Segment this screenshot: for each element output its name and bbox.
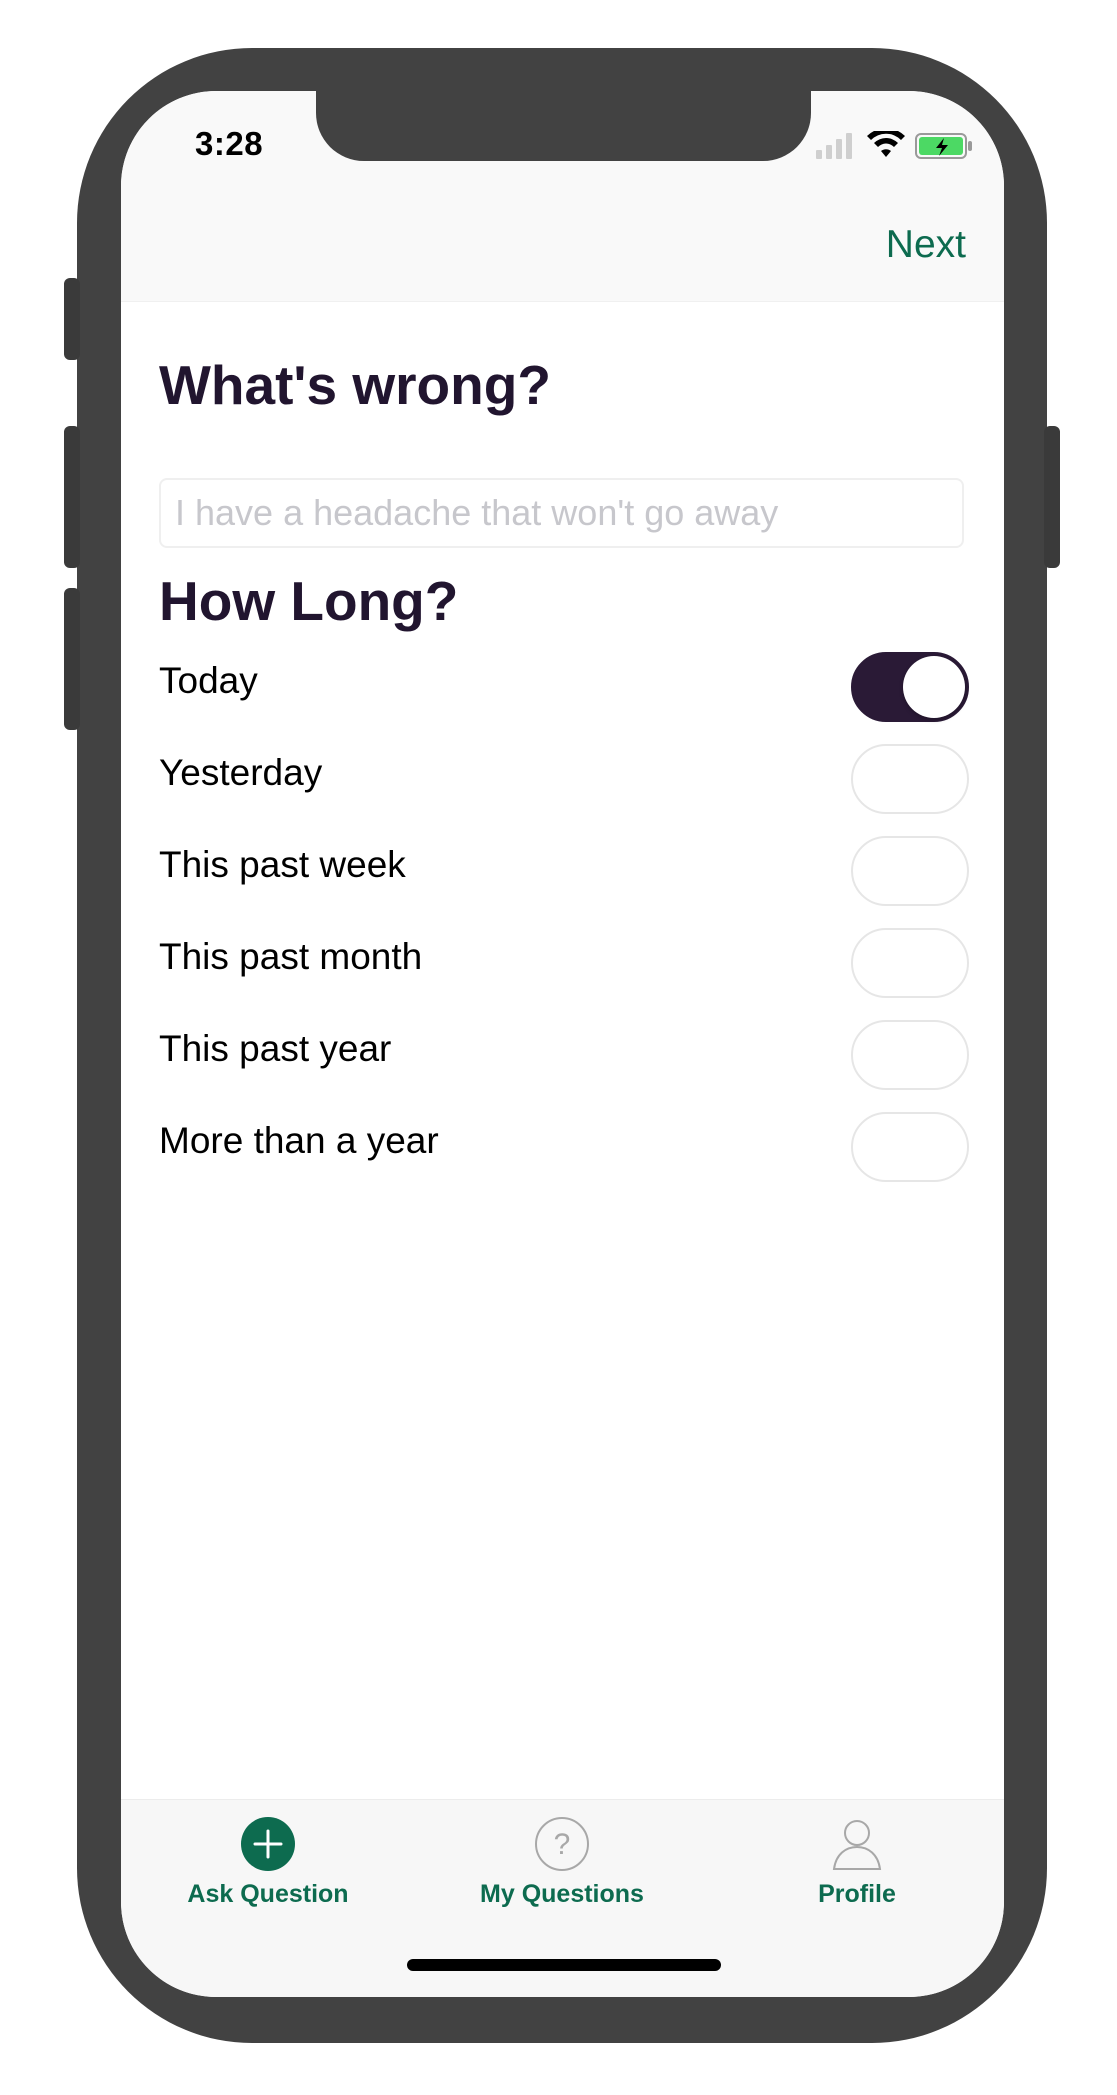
tab-my-questions[interactable]: ? My Questions bbox=[415, 1800, 709, 1930]
option-row-past-week: This past week bbox=[159, 830, 969, 910]
symptom-input[interactable] bbox=[161, 480, 962, 546]
symptom-input-container[interactable] bbox=[159, 478, 964, 548]
option-label: Today bbox=[159, 660, 258, 701]
toggle-today[interactable] bbox=[851, 652, 969, 722]
toggle-yesterday[interactable] bbox=[851, 744, 969, 814]
option-label: This past week bbox=[159, 844, 406, 885]
option-label: Yesterday bbox=[159, 752, 323, 793]
option-row-past-year: This past year bbox=[159, 1014, 969, 1094]
option-row-today: Today bbox=[159, 646, 969, 726]
volume-down-button bbox=[64, 588, 80, 730]
option-row-more-than-year: More than a year bbox=[159, 1106, 969, 1186]
duration-title: How Long? bbox=[159, 570, 459, 632]
option-row-past-month: This past month bbox=[159, 922, 969, 1002]
toggle-past-month[interactable] bbox=[851, 928, 969, 998]
wifi-icon bbox=[867, 131, 905, 157]
option-label: This past month bbox=[159, 936, 423, 977]
home-indicator bbox=[407, 1959, 721, 1971]
toggle-past-week[interactable] bbox=[851, 836, 969, 906]
option-label: More than a year bbox=[159, 1120, 439, 1161]
tab-label: Ask Question bbox=[187, 1880, 349, 1908]
volume-up-button bbox=[64, 426, 80, 568]
person-icon bbox=[832, 1820, 882, 1870]
toggle-past-year[interactable] bbox=[851, 1020, 969, 1090]
toggle-knob bbox=[903, 656, 965, 718]
option-label: This past year bbox=[159, 1028, 392, 1069]
option-row-yesterday: Yesterday bbox=[159, 738, 969, 818]
tab-label: My Questions bbox=[480, 1880, 644, 1908]
tab-label: Profile bbox=[818, 1880, 896, 1908]
mute-switch bbox=[64, 278, 80, 360]
app-screen: Next 3:28 What's wrong? How Long? Today bbox=[121, 91, 1004, 1997]
plus-circle-icon bbox=[241, 1817, 295, 1871]
question-circle-icon: ? bbox=[535, 1817, 589, 1871]
battery-icon bbox=[915, 133, 972, 159]
signal-icon bbox=[816, 133, 852, 159]
device-notch bbox=[316, 91, 811, 161]
tab-profile[interactable]: Profile bbox=[710, 1800, 1004, 1930]
question-title: What's wrong? bbox=[159, 354, 551, 416]
power-button bbox=[1044, 426, 1060, 568]
status-icons bbox=[816, 131, 972, 159]
svg-text:?: ? bbox=[554, 1828, 571, 1861]
next-button[interactable]: Next bbox=[886, 223, 966, 267]
tab-ask-question[interactable]: Ask Question bbox=[121, 1800, 415, 1930]
toggle-more-than-year[interactable] bbox=[851, 1112, 969, 1182]
status-time: 3:28 bbox=[195, 125, 264, 162]
